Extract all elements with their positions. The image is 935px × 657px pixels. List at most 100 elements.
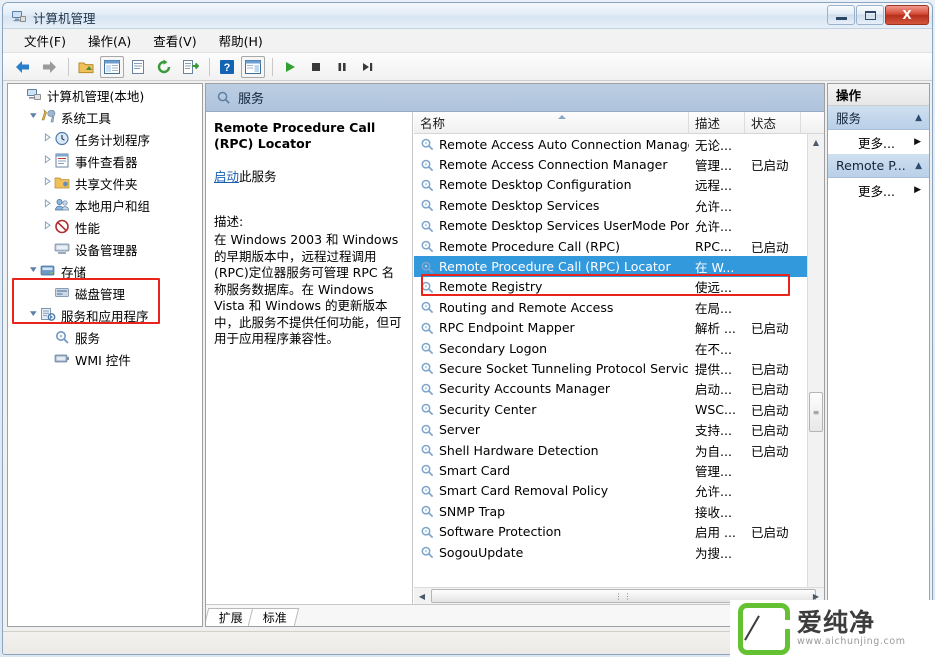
service-row-description: 无论... — [689, 135, 745, 154]
console-tree: 计算机管理(本地)系统工具任务计划程序事件查看器共享文件夹本地用户和组性能设备管… — [8, 84, 202, 370]
services-list-vertical-scrollbar[interactable]: ▲ ≡ ▼ — [807, 134, 824, 604]
service-row[interactable]: Secure Socket Tunneling Protocol Service… — [414, 358, 807, 378]
menu-help[interactable]: 帮助(H) — [208, 28, 274, 53]
restart-service-button[interactable] — [356, 56, 380, 78]
show-action-pane-button[interactable] — [241, 56, 265, 78]
tree-node-services-and-applications[interactable]: 服务和应用程序 — [8, 304, 202, 326]
service-row[interactable]: Remote Registry使远... — [414, 277, 807, 297]
service-row-name: RPC Endpoint Mapper — [414, 320, 689, 335]
tab-standard[interactable]: 标准 — [248, 608, 300, 626]
toolbar-separator-3 — [272, 58, 273, 76]
help-button[interactable]: ? — [215, 56, 239, 78]
service-row[interactable]: Security Accounts Manager启动...已启动 — [414, 379, 807, 399]
tree-node-performance[interactable]: 性能 — [8, 216, 202, 238]
tree-node-disk-management[interactable]: 磁盘管理 — [8, 282, 202, 304]
service-row[interactable]: Smart Card管理... — [414, 460, 807, 480]
service-row[interactable]: SogouUpdate为搜... — [414, 542, 807, 562]
tree-node-device-manager-label: 设备管理器 — [75, 240, 138, 259]
actions-more-remote-procedure-call[interactable]: 更多... ▶ — [828, 178, 929, 202]
twisty-collapsed-icon[interactable] — [40, 199, 54, 211]
twisty-collapsed-icon[interactable] — [40, 155, 54, 167]
show-hide-tree-button[interactable] — [100, 56, 124, 78]
computer-icon — [26, 87, 43, 103]
actions-group-remote-procedure-call[interactable]: Remote P... ▲ — [828, 154, 929, 178]
service-row[interactable]: SNMP Trap接收... — [414, 501, 807, 521]
device-manager-icon — [54, 241, 71, 257]
twisty-collapsed-icon[interactable] — [40, 221, 54, 233]
chevron-up-icon[interactable]: ▲ — [915, 113, 922, 123]
service-row[interactable]: Routing and Remote Access在局... — [414, 297, 807, 317]
chevron-right-icon[interactable]: ▶ — [914, 137, 921, 147]
chevron-up-icon-2[interactable]: ▲ — [915, 161, 922, 171]
service-row[interactable]: Remote Desktop Services允许... — [414, 195, 807, 215]
service-row[interactable]: Remote Desktop Services UserMode Port R.… — [414, 216, 807, 236]
chevron-right-icon-2[interactable]: ▶ — [914, 185, 921, 195]
service-row-status: 已启动 — [745, 359, 801, 378]
scroll-up-arrow-icon[interactable]: ▲ — [808, 134, 824, 150]
tree-node-local-users-and-groups[interactable]: 本地用户和组 — [8, 194, 202, 216]
service-row[interactable]: Server支持...已启动 — [414, 419, 807, 439]
scroll-left-arrow-icon[interactable]: ◀ — [414, 588, 430, 604]
twisty-collapsed-icon[interactable] — [40, 133, 54, 145]
start-service-suffix: 此服务 — [239, 169, 277, 184]
export-list-icon — [182, 60, 199, 74]
start-service-link[interactable]: 启动 — [214, 169, 239, 184]
services-gear-icon — [216, 90, 231, 105]
tree-node-services[interactable]: 服务 — [8, 326, 202, 348]
pause-service-button[interactable] — [330, 56, 354, 78]
service-row[interactable]: Remote Access Connection Manager管理...已启动 — [414, 154, 807, 174]
twisty-expanded-icon[interactable] — [26, 265, 40, 277]
service-row-status: 已启动 — [745, 441, 801, 460]
refresh-button[interactable] — [152, 56, 176, 78]
vertical-scrollbar-thumb[interactable]: ≡ — [809, 392, 823, 432]
toolbar-separator-2 — [209, 58, 210, 76]
actions-more-services[interactable]: 更多... ▶ — [828, 130, 929, 154]
properties-button[interactable] — [126, 56, 150, 78]
column-header-name[interactable]: 名称 — [414, 112, 689, 133]
export-list-button[interactable] — [178, 56, 202, 78]
service-row[interactable]: Remote Access Auto Connection Manager无论.… — [414, 134, 807, 154]
service-row-description: 在局... — [689, 298, 745, 317]
service-row[interactable]: Remote Procedure Call (RPC) Locator在 W..… — [414, 256, 807, 276]
up-folder-button[interactable] — [74, 56, 98, 78]
forward-button[interactable] — [37, 56, 61, 78]
column-header-description[interactable]: 描述 — [689, 112, 745, 133]
twisty-collapsed-icon[interactable] — [40, 177, 54, 189]
tree-node-task-scheduler[interactable]: 任务计划程序 — [8, 128, 202, 150]
minimize-button[interactable] — [827, 5, 855, 25]
service-row[interactable]: Remote Desktop Configuration远程... — [414, 175, 807, 195]
tree-node-storage[interactable]: 存储 — [8, 260, 202, 282]
service-row-name: Remote Access Auto Connection Manager — [414, 137, 689, 152]
twisty-expanded-icon[interactable] — [26, 111, 40, 123]
tree-node-computer-management[interactable]: 计算机管理(本地) — [8, 84, 202, 106]
menu-file[interactable]: 文件(F) — [13, 28, 77, 53]
service-row[interactable]: RPC Endpoint Mapper解析 ...已启动 — [414, 318, 807, 338]
menu-action[interactable]: 操作(A) — [77, 28, 142, 53]
tree-node-event-viewer[interactable]: 事件查看器 — [8, 150, 202, 172]
tree-node-event-viewer-label: 事件查看器 — [75, 152, 138, 171]
tree-node-wmi-control[interactable]: WMI 控件 — [8, 348, 202, 370]
service-row[interactable]: Smart Card Removal Policy允许... — [414, 481, 807, 501]
menu-view[interactable]: 查看(V) — [142, 28, 207, 53]
start-service-button[interactable] — [278, 56, 302, 78]
back-button[interactable] — [11, 56, 35, 78]
service-row[interactable]: Secondary Logon在不... — [414, 338, 807, 358]
maximize-button[interactable] — [856, 5, 884, 25]
service-row-name: Remote Access Connection Manager — [414, 157, 689, 172]
service-row[interactable]: Shell Hardware Detection为自...已启动 — [414, 440, 807, 460]
service-row[interactable]: Software Protection启用 ...已启动 — [414, 521, 807, 541]
service-row[interactable]: Remote Procedure Call (RPC)RPC...已启动 — [414, 236, 807, 256]
close-button[interactable]: X — [885, 5, 929, 25]
console-tree-pane[interactable]: 计算机管理(本地)系统工具任务计划程序事件查看器共享文件夹本地用户和组性能设备管… — [7, 83, 203, 627]
column-header-status[interactable]: 状态 — [745, 112, 801, 133]
tree-node-system-tools[interactable]: 系统工具 — [8, 106, 202, 128]
twisty-expanded-icon[interactable] — [26, 309, 40, 321]
service-row[interactable]: Security CenterWSC...已启动 — [414, 399, 807, 419]
actions-group-services[interactable]: 服务 ▲ — [828, 106, 929, 130]
services-pane: 服务 Remote Procedure Call (RPC) Locator 启… — [205, 83, 825, 627]
service-row-name: Routing and Remote Access — [414, 300, 689, 315]
tree-node-shared-folders[interactable]: 共享文件夹 — [8, 172, 202, 194]
tree-node-device-manager[interactable]: 设备管理器 — [8, 238, 202, 260]
stop-service-button[interactable] — [304, 56, 328, 78]
aichunjing-logo-icon — [738, 603, 790, 655]
